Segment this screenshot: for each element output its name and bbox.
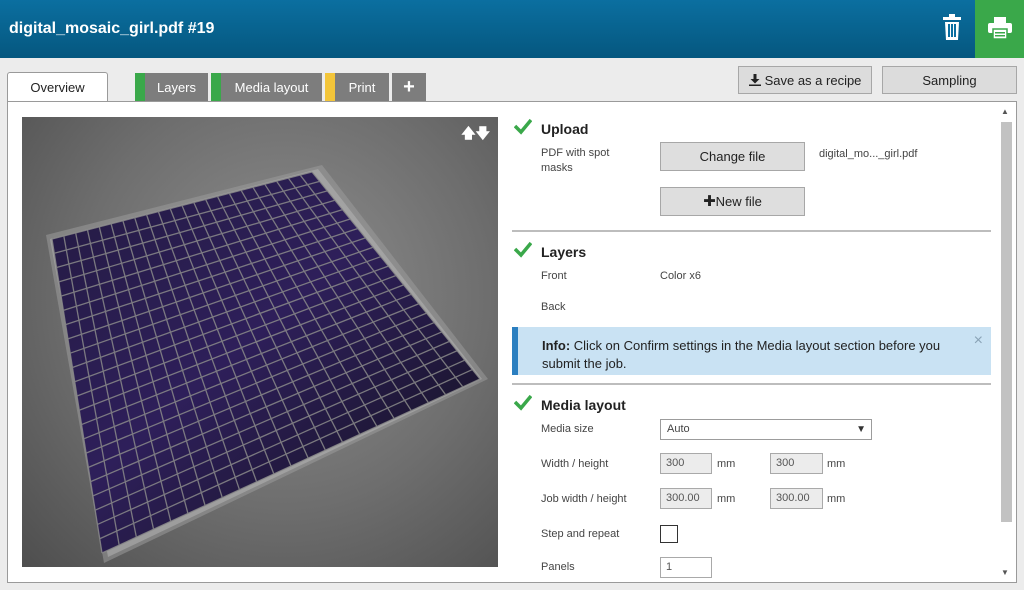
document-title: digital_mosaic_girl.pdf #19	[9, 20, 215, 37]
tab-media-layout[interactable]: Media layout	[211, 73, 322, 102]
back-label: Back	[541, 301, 566, 313]
chevron-down-icon: ▼	[856, 424, 866, 435]
print-icon	[988, 17, 1012, 39]
front-label: Front	[541, 270, 567, 282]
tab-label: Media layout	[234, 80, 309, 95]
tab-status-stripe	[211, 73, 221, 102]
info-prefix: Info:	[542, 338, 571, 353]
sampling-button[interactable]: Sampling	[882, 66, 1017, 94]
section-title: Layers	[541, 244, 587, 260]
tab-overview[interactable]: Overview	[7, 72, 108, 103]
job-width-height-label: Job width / height	[541, 493, 627, 505]
scrollbar-thumb[interactable]	[1001, 122, 1012, 522]
settings-panel: Upload PDF with spot masks Change file d…	[512, 117, 992, 581]
section-title: Upload	[541, 121, 589, 137]
trash-icon[interactable]	[941, 14, 963, 40]
step-repeat-label: Step and repeat	[541, 528, 620, 540]
scroll-down-icon[interactable]: ▼	[1001, 568, 1009, 577]
tab-layers[interactable]: Layers	[135, 73, 208, 102]
tab-print[interactable]: Print	[325, 73, 389, 102]
check-icon	[514, 118, 532, 135]
print-button[interactable]	[975, 0, 1024, 58]
unit-label: mm	[827, 493, 846, 505]
save-recipe-button[interactable]: Save as a recipe	[738, 66, 872, 94]
front-value: Color x6	[660, 270, 701, 282]
unit-label: mm	[717, 493, 736, 505]
app-header: digital_mosaic_girl.pdf #19	[0, 0, 1024, 58]
scroll-up-icon[interactable]: ▲	[1001, 107, 1009, 116]
tab-label: Print	[348, 80, 376, 95]
new-file-label: New file	[715, 194, 762, 209]
width-height-label: Width / height	[541, 458, 609, 470]
media-size-label: Media size	[541, 423, 594, 435]
check-icon	[514, 241, 532, 258]
tab-status-stripe	[325, 73, 335, 102]
width-field[interactable]: 300	[660, 453, 712, 474]
job-width-field[interactable]: 300.00	[660, 488, 712, 509]
mosaic-preview-image	[46, 165, 488, 563]
tab-status-stripe	[135, 73, 145, 102]
section-divider	[512, 230, 991, 232]
save-recipe-label: Save as a recipe	[764, 73, 862, 88]
preview-3d[interactable]: 🡅🡇	[22, 117, 498, 567]
plus-icon: ✚	[703, 193, 716, 210]
section-divider	[512, 383, 991, 385]
close-icon[interactable]: ×	[974, 332, 983, 350]
add-tab-button[interactable]: +	[392, 73, 426, 102]
panels-field[interactable]: 1	[660, 557, 712, 578]
panels-label: Panels	[541, 561, 575, 573]
info-alert: Info: Click on Confirm settings in the M…	[512, 327, 991, 375]
scrollbar[interactable]: ▲ ▼	[998, 105, 1014, 579]
section-title: Media layout	[541, 397, 626, 413]
job-height-field[interactable]: 300.00	[770, 488, 823, 509]
change-file-button[interactable]: Change file	[660, 142, 805, 171]
sort-arrows-icon[interactable]: 🡅🡇	[461, 123, 490, 147]
check-icon	[514, 394, 532, 411]
download-icon	[748, 74, 761, 86]
height-field[interactable]: 300	[770, 453, 823, 474]
new-file-button[interactable]: ✚New file	[660, 187, 805, 216]
tab-label: Layers	[156, 80, 197, 95]
info-message: Info: Click on Confirm settings in the M…	[542, 337, 952, 373]
pdf-label: PDF with spot masks	[541, 147, 610, 174]
unit-label: mm	[827, 458, 846, 470]
media-size-value: Auto	[667, 423, 690, 435]
info-text: Click on Confirm settings in the Media l…	[542, 338, 941, 371]
unit-label: mm	[717, 458, 736, 470]
media-size-select[interactable]: Auto ▼	[660, 419, 872, 440]
file-name: digital_mo..._girl.pdf	[819, 148, 918, 160]
step-repeat-checkbox[interactable]	[660, 525, 678, 543]
